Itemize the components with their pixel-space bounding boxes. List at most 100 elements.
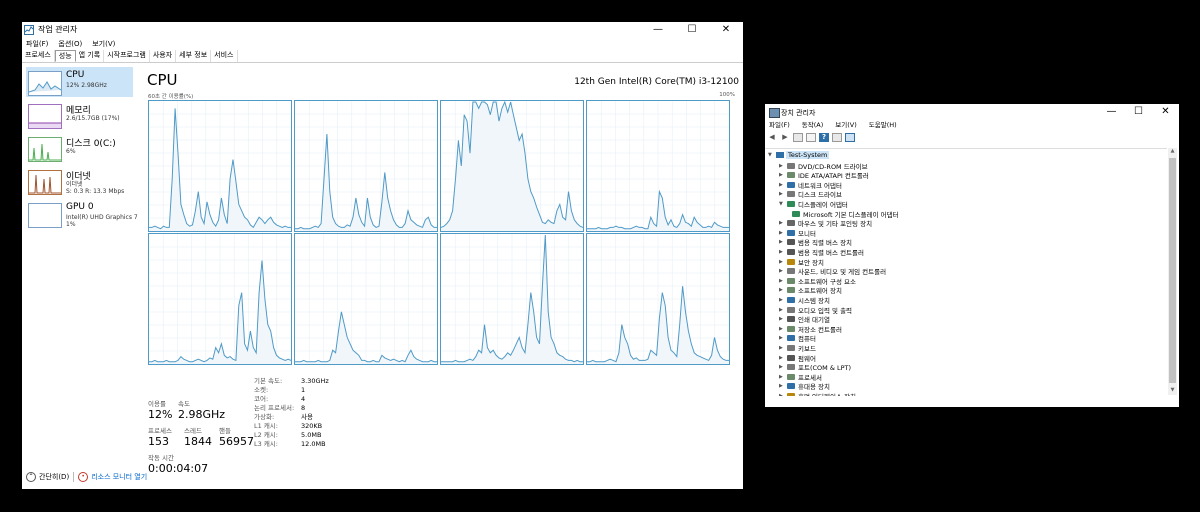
maximize-button[interactable]: ☐ [1125,104,1152,120]
tab-app-history[interactable]: 앱 기록 [76,50,105,62]
tree-item-label: 디스크 드라이브 [798,191,842,200]
tree-category[interactable]: ▶ 인쇄 대기열 [779,315,830,324]
sidebar-item-disk[interactable]: 디스크 0(C:) 6% [26,133,133,163]
chevron-right-icon[interactable]: ▶ [779,297,787,303]
resource-monitor-link[interactable]: 리소스 모니터 열기 [91,472,147,482]
chevron-right-icon[interactable]: ▶ [779,191,787,197]
chevron-down-icon[interactable]: ▼ [779,201,787,207]
chevron-right-icon[interactable]: ▶ [779,278,787,284]
tree-category[interactable]: ▶ 휴먼 인터페이스 장치 [779,391,856,396]
chevron-right-icon[interactable]: ▶ [779,249,787,255]
core-graph-plot [441,234,583,364]
tab-performance[interactable]: 성능 [54,50,76,62]
menu-options[interactable]: 옵션(O) [54,38,82,50]
chevron-right-icon[interactable]: ▶ [779,239,787,245]
tab-details[interactable]: 세부 정보 [176,50,212,62]
chevron-right-icon[interactable]: ▶ [779,268,787,274]
monitor-icon[interactable] [845,133,855,142]
tree-category[interactable]: ▶ 포트(COM & LPT) [779,363,851,372]
tree-category[interactable]: ▶ IDE ATA/ATAPI 컨트롤러 [779,171,869,180]
core-graph-plot [587,101,729,231]
chevron-right-icon[interactable]: ▶ [779,163,787,169]
chevron-right-icon[interactable]: ▶ [779,383,787,389]
tree-category[interactable]: ▼ 디스플레이 어댑터 [779,199,848,209]
chevron-right-icon[interactable]: ▶ [779,374,787,380]
tree-category[interactable]: ▶ 디스크 드라이브 [779,190,842,199]
sidebar-item-ethernet[interactable]: 이더넷 이더넷 S: 0.3 R: 13.3 Mbps [26,166,133,196]
tree-category[interactable]: ▶ 소프트웨어 구성 요소 [779,276,856,286]
tree-category[interactable]: ▶ 키보드 [779,343,816,353]
chevron-right-icon[interactable]: ▶ [779,345,787,351]
properties-sheet-icon[interactable] [806,133,816,142]
chevron-right-icon[interactable]: ▶ [779,172,787,178]
tab-services[interactable]: 서비스 [211,50,238,62]
chevron-right-icon[interactable]: ▶ [779,326,787,332]
spec-row: L1 캐시: 320KB [254,422,329,431]
chevron-right-icon[interactable]: ▶ [779,307,787,313]
minimize-button[interactable]: — [1098,104,1125,120]
chevron-right-icon[interactable]: ▶ [779,364,787,370]
chevron-down-icon[interactable]: ▼ [768,152,776,158]
chevron-up-icon[interactable]: ⌃ [26,472,36,482]
tree-category[interactable]: ▶ 휴대용 장치 [779,382,830,391]
tree-category[interactable]: ▶ 컴퓨터 [779,334,816,343]
chevron-right-icon[interactable]: ▶ [779,259,787,265]
help-icon[interactable]: ? [819,133,829,142]
chevron-right-icon[interactable]: ▶ [779,335,787,341]
tree-category[interactable]: ▶ 사운드, 비디오 및 게임 컨트롤러 [779,267,886,276]
menu-file[interactable]: 파일(F) [765,120,790,131]
tree-child-item[interactable]: Microsoft 기본 디스플레이 어댑터 [792,209,899,219]
menu-help[interactable]: 도움말(H) [865,120,897,131]
chevron-right-icon[interactable]: ▶ [779,230,787,236]
properties-icon[interactable] [793,133,803,142]
menu-file[interactable]: 파일(F) [22,38,48,50]
close-button[interactable]: ✕ [709,22,743,38]
tree-category[interactable]: ▶ 펌웨어 [779,353,816,363]
tab-startup[interactable]: 시작프로그램 [104,50,150,62]
maximize-button[interactable]: ☐ [675,22,709,38]
device-list-icon[interactable] [832,133,842,142]
tree-category[interactable]: ▶ 범용 직렬 버스 컨트롤러 [779,247,864,257]
tree-root[interactable]: ▼ Test-System [768,151,830,159]
tree-item-label: DVD/CD-ROM 드라이브 [798,162,868,171]
menu-view[interactable]: 보기(V) [831,120,856,131]
spec-row: 가상화: 사용 [254,413,329,422]
tree-category[interactable]: ▶ 마우스 및 기타 포인팅 장치 [779,219,872,228]
tab-processes[interactable]: 프로세스 [22,50,55,62]
scroll-up-icon[interactable]: ▲ [1168,148,1177,156]
chevron-right-icon[interactable]: ▶ [779,182,787,188]
tree-category[interactable]: ▶ 네트워크 어댑터 [779,180,842,190]
vertical-scrollbar[interactable]: ▲ ▼ [1168,148,1177,395]
chevron-right-icon[interactable]: ▶ [779,316,787,322]
menu-view[interactable]: 보기(V) [88,38,115,50]
sidebar-item-cpu[interactable]: CPU 12% 2.98GHz [26,67,133,97]
fewer-details-button[interactable]: 간단히(D) [39,472,69,482]
tree-category[interactable]: ▶ 시스템 장치 [779,295,830,305]
stat-value: 0:00:04:07 [148,462,209,475]
back-arrow-icon[interactable]: ◀ [767,133,777,142]
tree-category[interactable]: ▶ 범용 직렬 버스 장치 [779,238,852,247]
tree-category[interactable]: ▶ 프로세서 [779,372,822,382]
tree-category[interactable]: ▶ DVD/CD-ROM 드라이브 [779,161,868,171]
close-button[interactable]: ✕ [1152,104,1179,120]
stat-label: 핸들 [219,427,231,435]
chevron-right-icon[interactable]: ▶ [779,355,787,361]
minimize-button[interactable]: — [641,22,675,38]
tree-category[interactable]: ▶ 저장소 컨트롤러 [779,324,842,334]
forward-arrow-icon[interactable]: ▶ [780,133,790,142]
chevron-right-icon[interactable]: ▶ [779,220,787,226]
scrollbar-thumb[interactable] [1169,158,1176,383]
spec-key: 기본 속도: [254,377,283,385]
sidebar-item-gpu[interactable]: GPU 0 Intel(R) UHD Graphics 7 1% [26,199,138,229]
tab-users[interactable]: 사용자 [150,50,177,62]
sidebar-item-memory[interactable]: 메모리 2.6/15.7GB (17%) [26,100,133,130]
menu-action[interactable]: 동작(A) [798,120,823,131]
tree-category[interactable]: ▶ 보안 장치 [779,257,824,267]
tree-category[interactable]: ▶ 소프트웨어 장치 [779,286,842,295]
chevron-right-icon[interactable]: ▶ [779,287,787,293]
tree-category[interactable]: ▶ 오디오 입력 및 출력 [779,305,852,315]
tree-category[interactable]: ▶ 모니터 [779,228,816,238]
scroll-down-icon[interactable]: ▼ [1168,387,1177,395]
chevron-right-icon[interactable]: ▶ [779,393,787,396]
core-graph-plot [295,234,437,364]
